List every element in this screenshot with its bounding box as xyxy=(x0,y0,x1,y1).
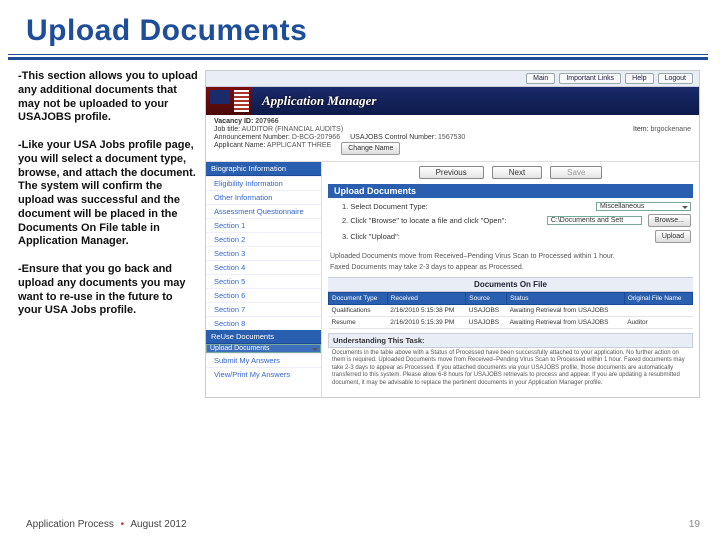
vacancy-label: Vacancy ID: xyxy=(214,118,253,125)
page-title: Upload Documents xyxy=(0,0,720,54)
side-assessment[interactable]: Assessment Questionnaire xyxy=(206,204,321,218)
banner-title: Application Manager xyxy=(262,93,377,109)
side-other-info[interactable]: Other Information xyxy=(206,190,321,204)
side-section-4[interactable]: Section 4 xyxy=(206,260,321,274)
side-h-biographic[interactable]: Biographic Information xyxy=(206,162,321,176)
main-panel: Previous Next Save Upload Documents 1. S… xyxy=(322,162,699,397)
step2-label: 2. Click "Browse" to locate a file and c… xyxy=(342,216,541,225)
desc-para-3: -Ensure that you go back and upload any … xyxy=(18,263,199,318)
understanding-body: Documents in the table above with a Stat… xyxy=(328,348,693,392)
docs-table: Document Type Received Source Status Ori… xyxy=(328,292,693,329)
desc-para-2: -Like your USA Jobs profile page, you wi… xyxy=(18,139,199,249)
usj-value: 1567530 xyxy=(438,134,465,141)
side-submit[interactable]: Submit My Answers xyxy=(206,353,321,367)
applicant-label: Applicant Name: xyxy=(214,142,265,149)
desc-para-1: -This section allows you to upload any a… xyxy=(18,70,199,125)
app-window: Main Important Links Help Logout Applica… xyxy=(205,70,700,398)
side-section-5[interactable]: Section 5 xyxy=(206,274,321,288)
side-eligibility[interactable]: Eligibility Information xyxy=(206,176,321,190)
page-number: 19 xyxy=(689,519,700,530)
ann-value: D-BCG-207966 xyxy=(292,134,340,141)
flag-graphic xyxy=(206,87,252,115)
note-fax-time: Faxed Documents may take 2-3 days to app… xyxy=(330,264,693,273)
side-section-2[interactable]: Section 2 xyxy=(206,232,321,246)
docs-on-file-header: Documents On File xyxy=(328,277,693,292)
save-button[interactable]: Save xyxy=(550,166,602,179)
table-row: Resume 2/16/2010 5:15:39 PM USAJOBS Awai… xyxy=(329,316,693,328)
table-row: Qualifications 2/16/2010 5:15:38 PM USAJ… xyxy=(329,304,693,316)
top-link-bar: Main Important Links Help Logout xyxy=(206,71,699,87)
col-file-name: Original File Name xyxy=(624,292,692,304)
side-section-6[interactable]: Section 6 xyxy=(206,288,321,302)
top-btn-main[interactable]: Main xyxy=(526,73,555,84)
understanding-title: Understanding This Task: xyxy=(328,333,693,348)
top-btn-logout[interactable]: Logout xyxy=(658,73,693,84)
col-source: Source xyxy=(466,292,507,304)
browse-button[interactable]: Browse... xyxy=(648,214,691,227)
change-name-button[interactable]: Change Name xyxy=(341,142,400,155)
vacancy-value: 207966 xyxy=(255,118,278,125)
side-view-print[interactable]: View/Print My Answers xyxy=(206,367,321,381)
item-value: brgockenane xyxy=(651,126,691,133)
step3-label: 3. Click "Upload": xyxy=(342,232,649,241)
applicant-value: APPLICANT THREE xyxy=(267,142,331,149)
col-status: Status xyxy=(507,292,625,304)
description-column: -This section allows you to upload any a… xyxy=(18,70,205,398)
job-label: Job title: xyxy=(214,126,240,133)
footer-topic: Application Process xyxy=(26,519,114,530)
footer-dot-icon: • xyxy=(117,519,129,530)
note-upload-time: Uploaded Documents move from Received–Pe… xyxy=(330,253,693,262)
step1-label: 1. Select Document Type: xyxy=(342,202,590,211)
top-btn-links[interactable]: Important Links xyxy=(559,73,621,84)
screenshot-panel: Main Important Links Help Logout Applica… xyxy=(205,70,708,398)
upload-button[interactable]: Upload xyxy=(655,230,691,243)
doc-type-select[interactable]: Miscellaneous xyxy=(596,202,691,211)
next-button[interactable]: Next xyxy=(492,166,542,179)
side-section-3[interactable]: Section 3 xyxy=(206,246,321,260)
footer-date: August 2012 xyxy=(130,519,186,530)
file-path-input[interactable]: C:\Documents and Sett xyxy=(547,216,642,225)
sidebar: Biographic Information Eligibility Infor… xyxy=(206,162,322,397)
job-value: AUDITOR (FINANCIAL AUDITS) xyxy=(242,126,344,133)
usj-label: USAJOBS Control Number: xyxy=(350,134,436,141)
app-banner: Application Manager xyxy=(206,87,699,115)
panel-title: Upload Documents xyxy=(328,184,693,198)
footer: Application Process • August 2012 19 xyxy=(26,519,700,530)
col-doc-type: Document Type xyxy=(329,292,388,304)
info-bar: Vacancy ID: 207966 Job title: AUDITOR (F… xyxy=(206,115,699,162)
ann-label: Announcement Number: xyxy=(214,134,290,141)
side-section-8[interactable]: Section 8 xyxy=(206,316,321,330)
side-section-7[interactable]: Section 7 xyxy=(206,302,321,316)
prev-button[interactable]: Previous xyxy=(419,166,484,179)
item-label: Item: xyxy=(633,126,649,133)
side-section-1[interactable]: Section 1 xyxy=(206,218,321,232)
col-received: Received xyxy=(387,292,466,304)
side-h-reuse[interactable]: ReUse Documents xyxy=(206,330,321,344)
top-btn-help[interactable]: Help xyxy=(625,73,653,84)
side-upload-documents[interactable]: Upload Documents xyxy=(206,344,321,353)
